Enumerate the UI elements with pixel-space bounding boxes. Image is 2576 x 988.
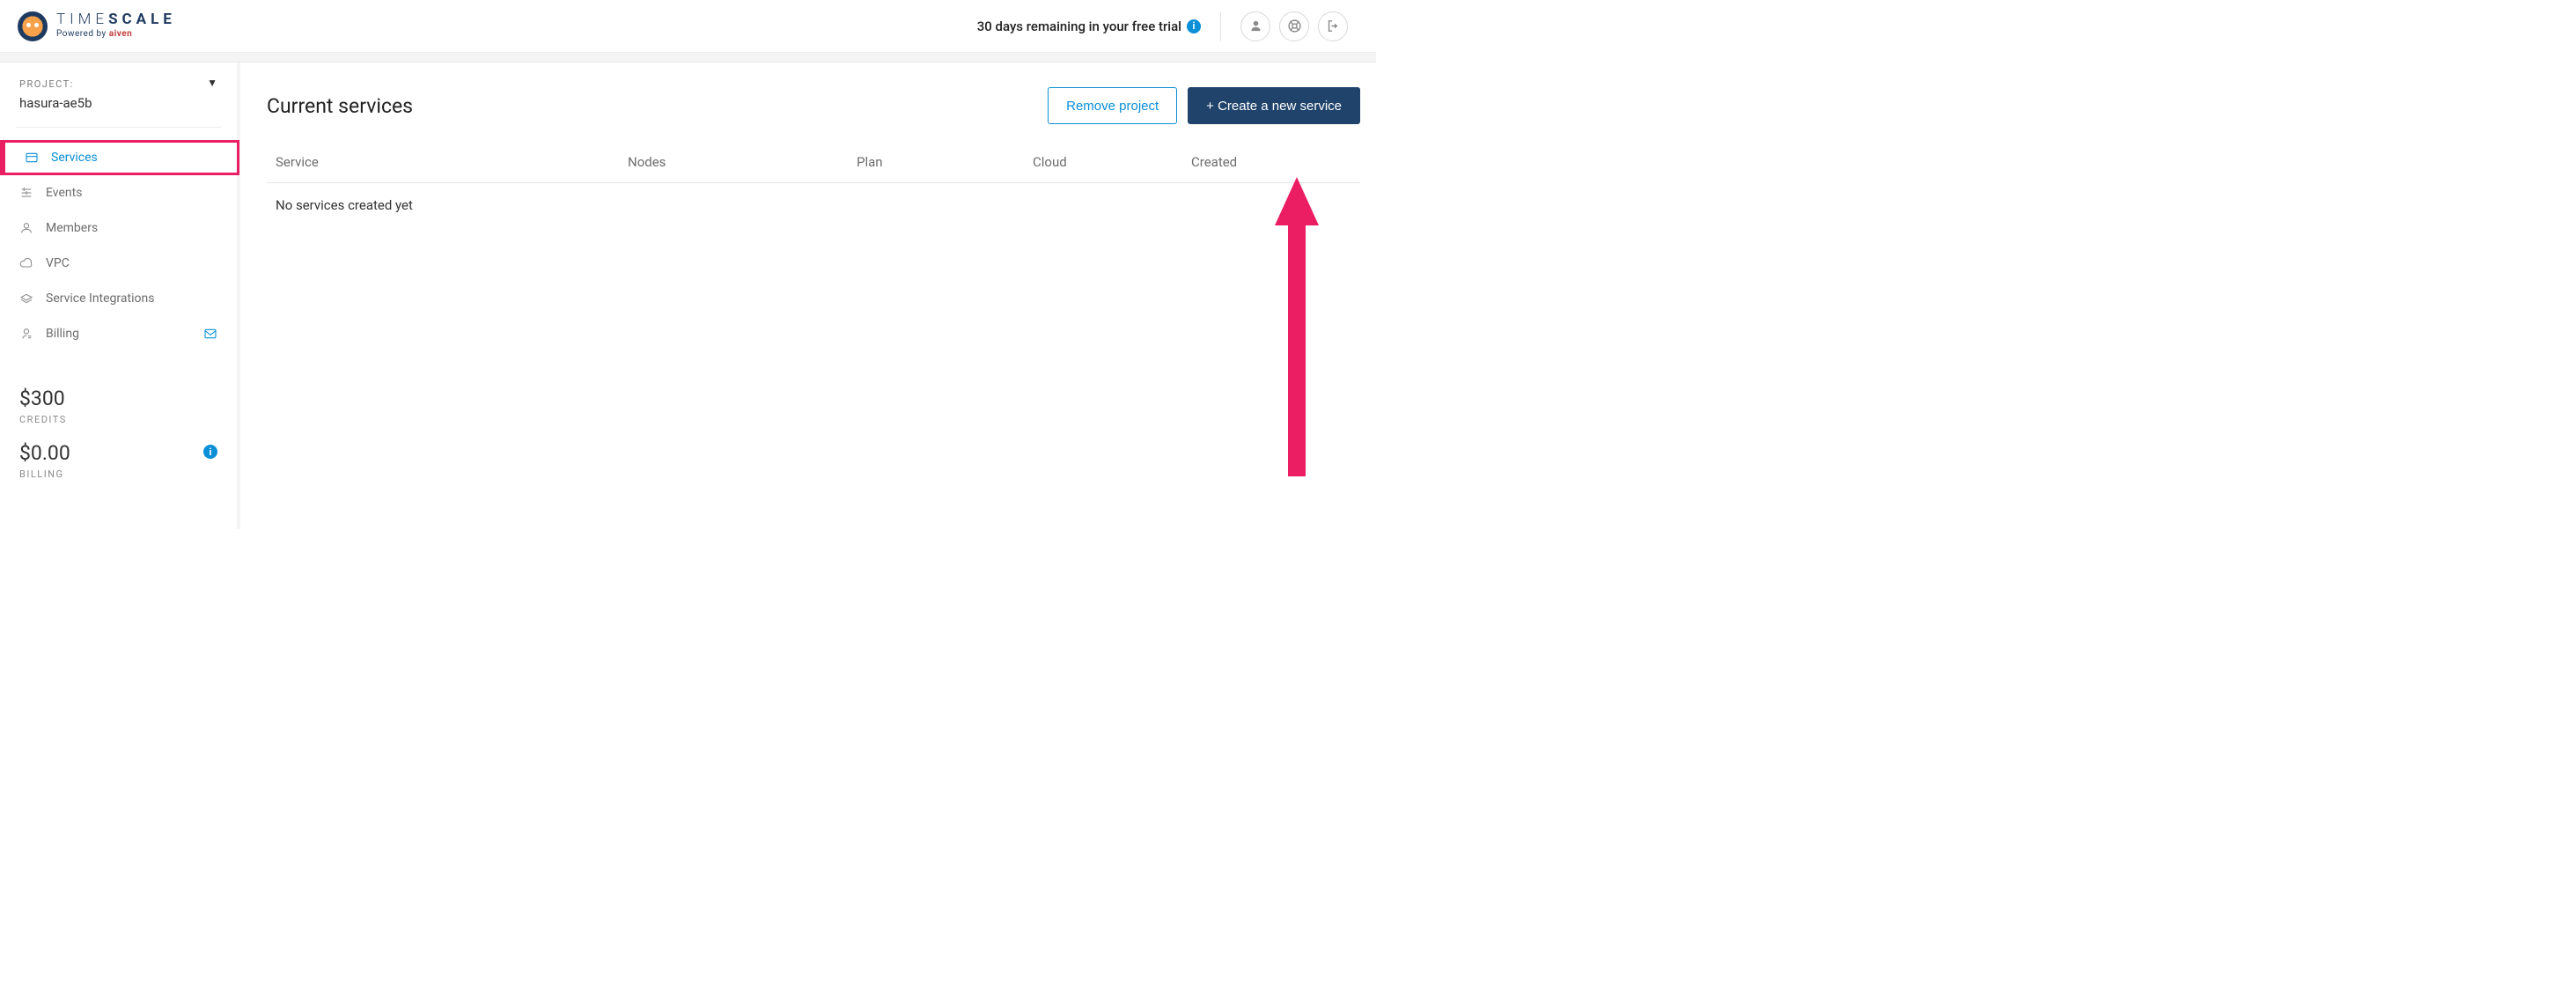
- billing-amount: $0.00: [19, 441, 217, 465]
- services-icon: [25, 151, 39, 165]
- sidebar-item-label: Events: [46, 186, 82, 200]
- sidebar-divider: [16, 127, 221, 128]
- project-selector[interactable]: PROJECT: hasura-ae5b ▼: [0, 78, 237, 127]
- info-icon[interactable]: i: [203, 445, 217, 459]
- sidebar-item-label: Service Integrations: [46, 291, 154, 306]
- members-icon: [19, 221, 33, 235]
- integrations-icon: [19, 291, 33, 306]
- col-created: Created: [1191, 154, 1351, 170]
- project-name: hasura-ae5b: [19, 95, 207, 111]
- services-empty-text: No services created yet: [267, 183, 1360, 227]
- billing-label: BILLING: [19, 468, 217, 480]
- user-icon[interactable]: [1240, 11, 1270, 41]
- project-label: PROJECT:: [19, 78, 207, 90]
- sidebar-item-billing[interactable]: Billing: [0, 316, 237, 351]
- services-table-header: Service Nodes Plan Cloud Created: [267, 154, 1360, 183]
- brand-text: TIMESCALE Powered by aiven: [56, 12, 176, 39]
- header-strip: [0, 53, 1376, 63]
- remove-project-button[interactable]: Remove project: [1048, 87, 1177, 124]
- help-icon[interactable]: [1279, 11, 1309, 41]
- brand-title-light: TIME: [56, 11, 108, 28]
- billing-icon: [19, 327, 33, 341]
- sidebar-item-label: Members: [46, 221, 98, 235]
- sidebar-item-integrations[interactable]: Service Integrations: [0, 281, 237, 316]
- topbar-divider: [1220, 11, 1221, 41]
- topbar: TIMESCALE Powered by aiven 30 days remai…: [0, 0, 1376, 53]
- chevron-down-icon[interactable]: ▼: [207, 77, 217, 89]
- sidebar: PROJECT: hasura-ae5b ▼ Services Events M…: [0, 63, 240, 529]
- trial-remaining-text: 30 days remaining in your free trial: [977, 18, 1181, 34]
- col-service: Service: [276, 154, 628, 170]
- col-cloud: Cloud: [1033, 154, 1191, 170]
- brand-logo[interactable]: TIMESCALE Powered by aiven: [18, 11, 176, 41]
- sidebar-item-events[interactable]: Events: [0, 175, 237, 210]
- logout-icon[interactable]: [1318, 11, 1348, 41]
- sidebar-item-services[interactable]: Services: [0, 140, 239, 175]
- mail-icon: [203, 327, 217, 341]
- tiger-logo-icon: [18, 11, 48, 41]
- credits-label: CREDITS: [19, 414, 217, 425]
- sidebar-item-members[interactable]: Members: [0, 210, 237, 246]
- events-icon: [19, 186, 33, 200]
- col-plan: Plan: [857, 154, 1033, 170]
- main-content: Current services Remove project + Create…: [240, 63, 1376, 529]
- cloud-icon: [19, 256, 33, 270]
- brand-subline-prefix: Powered by: [56, 29, 109, 39]
- sidebar-item-label: VPC: [46, 256, 70, 270]
- col-nodes: Nodes: [628, 154, 857, 170]
- services-table: Service Nodes Plan Cloud Created No serv…: [267, 154, 1360, 227]
- sidebar-item-vpc[interactable]: VPC: [0, 246, 237, 281]
- sidebar-item-label: Billing: [46, 327, 79, 341]
- trial-remaining: 30 days remaining in your free trial i: [977, 18, 1201, 34]
- info-icon[interactable]: i: [1187, 19, 1201, 33]
- sidebar-item-label: Services: [51, 151, 98, 165]
- credits-amount: $300: [19, 387, 217, 410]
- balances: $300 CREDITS $0.00 BILLING i: [0, 351, 237, 480]
- brand-subline-brand: aiven: [109, 29, 133, 39]
- page-title: Current services: [267, 94, 413, 118]
- create-service-button[interactable]: + Create a new service: [1188, 87, 1360, 124]
- brand-title-bold: SCALE: [108, 11, 176, 28]
